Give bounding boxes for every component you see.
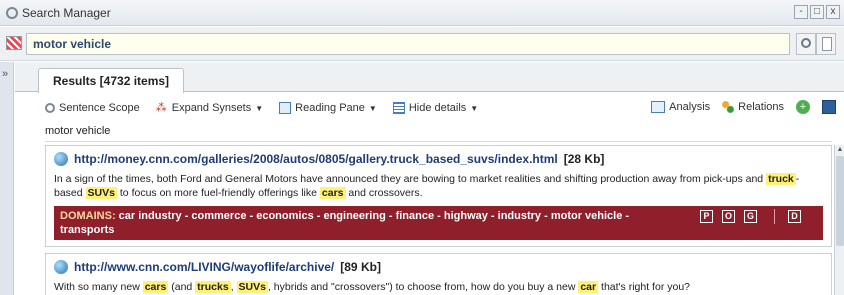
result-size: [28 Kb]	[563, 152, 605, 166]
tab-results[interactable]: Results [4732 items]	[38, 68, 185, 93]
hide-details-dropdown[interactable]: Hide details ▼	[392, 102, 479, 114]
globe-icon	[54, 152, 68, 166]
expand-synsets-dropdown[interactable]: ⁂ Expand Synsets ▼	[156, 102, 263, 114]
sentence-scope-label: Sentence Scope	[59, 102, 140, 114]
window-title: Search Manager	[22, 5, 111, 20]
domain-d-button[interactable]: D	[788, 210, 801, 223]
magnifier-icon	[801, 38, 811, 48]
snippet-text: In a sign of the times, both Ford and Ge…	[54, 173, 764, 185]
dropdown-arrow-icon: ▼	[470, 103, 479, 113]
domains-bar: DOMAINS: car industry - commerce - econo…	[54, 206, 823, 240]
globe-icon	[54, 260, 68, 274]
result-snippet: In a sign of the times, both Ford and Ge…	[54, 172, 823, 200]
results-list: http://money.cnn.com/galleries/2008/auto…	[45, 145, 832, 295]
dropdown-arrow-icon: ▼	[368, 103, 377, 113]
title-bar: Search Manager - □ x	[0, 0, 844, 26]
document-icon	[822, 37, 832, 51]
highlighted-term: cars	[319, 187, 346, 199]
analysis-icon	[651, 101, 666, 113]
result-item: http://money.cnn.com/galleries/2008/auto…	[45, 145, 832, 247]
scroll-up-arrow-icon[interactable]: ▲	[835, 145, 844, 155]
synsets-icon: ⁂	[155, 102, 167, 114]
analysis-button[interactable]: Analysis	[651, 101, 710, 113]
result-url-link[interactable]: http://www.cnn.com/LIVING/wayoflife/arch…	[74, 260, 334, 274]
add-icon[interactable]: +	[796, 100, 810, 114]
search-button[interactable]	[796, 33, 816, 55]
highlighted-term: cars	[142, 281, 169, 293]
new-document-button[interactable]	[816, 33, 836, 55]
reading-pane-label: Reading Pane	[295, 102, 365, 114]
highlighted-term: SUVs	[85, 187, 117, 199]
query-text: motor vehicle	[45, 125, 111, 137]
magnifier-icon	[45, 103, 55, 113]
snippet-text: With so many new	[54, 281, 140, 293]
sentence-scope-button[interactable]: Sentence Scope	[45, 102, 140, 114]
expand-synsets-label: Expand Synsets	[171, 102, 252, 114]
result-snippet: With so many new cars (and trucks, SUVs,…	[54, 280, 823, 294]
scroll-thumb[interactable]	[836, 156, 844, 246]
snippet-text: ,	[230, 281, 234, 293]
toolbar-right-group: Analysis Relations +	[651, 100, 836, 114]
save-icon[interactable]	[822, 100, 836, 114]
tab-strip: Results [4732 items]	[15, 62, 844, 93]
highlighted-term: car	[578, 281, 599, 293]
highlighted-term: truck	[766, 173, 796, 185]
highlighted-term: trucks	[195, 281, 231, 293]
reading-pane-icon	[279, 102, 292, 114]
minimize-button[interactable]: -	[794, 5, 808, 19]
domains-list: car industry - commerce - economics - en…	[60, 210, 630, 236]
relations-label: Relations	[738, 101, 784, 113]
language-flag-icon[interactable]	[6, 36, 22, 50]
snippet-text: (and	[171, 281, 193, 293]
snippet-text: to focus on more fuel-friendly offerings…	[119, 187, 317, 199]
divider	[45, 141, 832, 142]
expand-sidebar-icon[interactable]: »	[2, 68, 8, 80]
result-size: [89 Kb]	[340, 260, 381, 274]
relations-icon	[722, 101, 735, 113]
domains-label: DOMAINS:	[60, 210, 116, 222]
dropdown-arrow-icon: ▼	[255, 103, 264, 113]
highlighted-term: SUVs	[236, 281, 268, 293]
domain-g-button[interactable]: G	[744, 210, 757, 223]
collapsed-sidebar: »	[0, 62, 14, 295]
result-header: http://money.cnn.com/galleries/2008/auto…	[54, 152, 823, 166]
relations-button[interactable]: Relations	[722, 101, 784, 113]
search-input[interactable]: motor vehicle	[26, 33, 790, 55]
results-scrollbar[interactable]: ▲	[834, 145, 844, 295]
result-url-link[interactable]: http://money.cnn.com/galleries/2008/auto…	[74, 152, 558, 166]
separator	[774, 209, 775, 224]
result-header: http://www.cnn.com/LIVING/wayoflife/arch…	[54, 260, 823, 274]
close-button[interactable]: x	[826, 5, 840, 19]
domain-p-button[interactable]: P	[700, 210, 713, 223]
snippet-text: , hybrids and "crossovers") to choose fr…	[267, 281, 576, 293]
result-item: http://www.cnn.com/LIVING/wayoflife/arch…	[45, 253, 832, 295]
snippet-text: that's right for you?	[601, 281, 690, 293]
details-list-icon	[392, 102, 405, 114]
hide-details-label: Hide details	[408, 102, 467, 114]
results-toolbar: Sentence Scope ⁂ Expand Synsets ▼ Readin…	[45, 96, 844, 120]
search-bar: motor vehicle	[0, 27, 844, 61]
search-icon	[6, 6, 18, 19]
analysis-label: Analysis	[669, 101, 711, 113]
window-controls: - □ x	[794, 5, 840, 19]
snippet-text: and crossovers.	[348, 187, 423, 199]
domain-o-button[interactable]: O	[722, 210, 735, 223]
reading-pane-dropdown[interactable]: Reading Pane ▼	[279, 102, 377, 114]
restore-button[interactable]: □	[810, 5, 824, 19]
